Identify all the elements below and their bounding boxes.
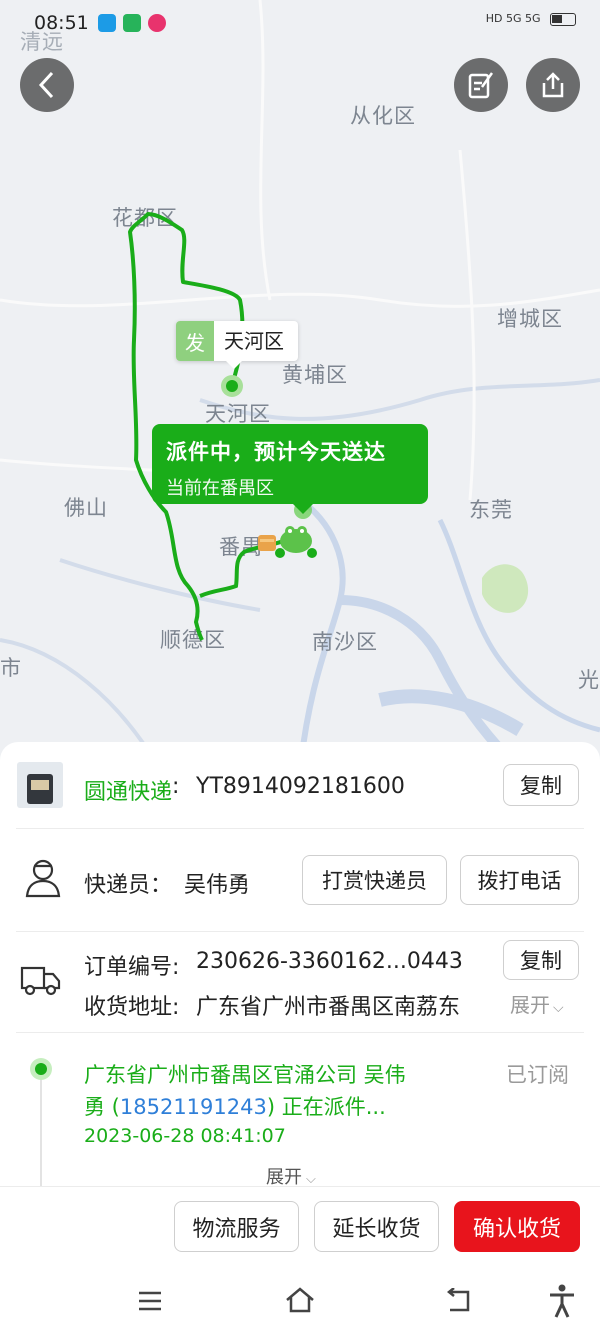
delivery-address: 广东省广州市番禺区南荔东 bbox=[196, 995, 461, 1020]
back-nav-icon[interactable] bbox=[444, 1288, 472, 1314]
express-company: 圆通快递 bbox=[84, 780, 173, 805]
delivery-status-bubble: 派件中，预计今天送达 当前在番禺区 bbox=[152, 424, 428, 514]
chevron-down-icon: ⌵ bbox=[553, 1000, 564, 1016]
courier-row: 快递员： 吴伟勇 打赏快递员 拨打电话 bbox=[0, 829, 600, 931]
signal-indicator: HD 5G 5G bbox=[486, 12, 576, 26]
order-number-label: 订单编号: bbox=[84, 955, 180, 980]
system-nav-bar bbox=[0, 1266, 600, 1338]
origin-name: 天河区 bbox=[224, 329, 284, 353]
status-subtext: 当前在番禺区 bbox=[166, 478, 274, 499]
tracking-row: 广东省广州市番禺区官涌公司 吴伟 已订阅 勇 (18521191243) 正在派… bbox=[0, 1033, 600, 1199]
app-notification-icon bbox=[123, 14, 141, 32]
chevron-down-icon: ⌵ bbox=[306, 1172, 316, 1187]
app-notification-icon bbox=[148, 14, 166, 32]
address-label: 收货地址: bbox=[84, 995, 180, 1020]
menu-icon[interactable] bbox=[137, 1290, 163, 1312]
signal-text: HD 5G 5G bbox=[485, 12, 541, 25]
battery-icon bbox=[550, 12, 576, 26]
accessibility-icon[interactable] bbox=[548, 1284, 576, 1318]
courier-label: 快递员： bbox=[84, 873, 173, 898]
person-icon bbox=[25, 859, 61, 898]
origin-tag: 发 天河区 bbox=[176, 321, 298, 369]
call-courier-button[interactable]: 拨打电话 bbox=[460, 855, 579, 905]
copy-tracking-button[interactable]: 复制 bbox=[503, 764, 579, 806]
timeline-dot bbox=[30, 1058, 52, 1080]
product-thumbnail[interactable] bbox=[17, 762, 63, 808]
origin-badge: 发 bbox=[176, 321, 214, 361]
subscribed-label: 已订阅 bbox=[506, 1063, 569, 1087]
order-row: 订单编号: 230626-3360162...0443 复制 收货地址: 广东省… bbox=[0, 932, 600, 1032]
status-headline: 派件中，预计今天送达 bbox=[166, 440, 386, 464]
edit-button[interactable] bbox=[454, 58, 508, 112]
route-line bbox=[128, 212, 312, 641]
courier-phone-link[interactable]: 18521191243 bbox=[120, 1095, 267, 1119]
order-number: 230626-3360162...0443 bbox=[196, 949, 463, 974]
back-button[interactable] bbox=[20, 58, 74, 112]
tracking-time: 2023-06-28 08:41:07 bbox=[84, 1125, 286, 1147]
back-icon bbox=[38, 71, 54, 99]
edit-icon bbox=[468, 72, 494, 99]
courier-name: 吴伟勇 bbox=[184, 873, 251, 898]
tracking-number: YT8914092181600 bbox=[196, 774, 405, 799]
share-button[interactable] bbox=[526, 58, 580, 112]
tracking-separator: : bbox=[172, 774, 180, 799]
tip-courier-button[interactable]: 打赏快递员 bbox=[302, 855, 447, 905]
confirm-receipt-button[interactable]: 确认收货 bbox=[454, 1201, 580, 1252]
copy-order-button[interactable]: 复制 bbox=[503, 940, 579, 980]
tracking-line-2: 勇 (18521191243) 正在派件... bbox=[84, 1095, 386, 1119]
logistics-service-button[interactable]: 物流服务 bbox=[174, 1201, 299, 1252]
expand-address-link[interactable]: 展开 ⌵ bbox=[510, 989, 564, 1018]
clock: 08:51 bbox=[34, 12, 89, 34]
map-view[interactable]: 清远 从化区 花都区 增城区 黄埔区 天河区 佛山 东莞 番禺 顺德区 南沙区 … bbox=[0, 0, 600, 770]
status-bar: 08:51 HD 5G 5G bbox=[0, 0, 600, 46]
express-row: 圆通快递: YT8914092181600 复制 bbox=[0, 742, 600, 828]
bottom-action-bar: 物流服务 延长收货 确认收货 bbox=[0, 1186, 600, 1266]
timeline-line bbox=[40, 1069, 42, 1199]
extend-receipt-button[interactable]: 延长收货 bbox=[314, 1201, 439, 1252]
home-icon[interactable] bbox=[284, 1286, 316, 1314]
share-icon bbox=[542, 72, 564, 98]
app-notification-icon bbox=[98, 14, 116, 32]
courier-avatar-icon bbox=[256, 523, 324, 559]
truck-icon bbox=[20, 966, 61, 996]
tracking-line-1: 广东省广州市番禺区官涌公司 吴伟 bbox=[84, 1063, 406, 1087]
